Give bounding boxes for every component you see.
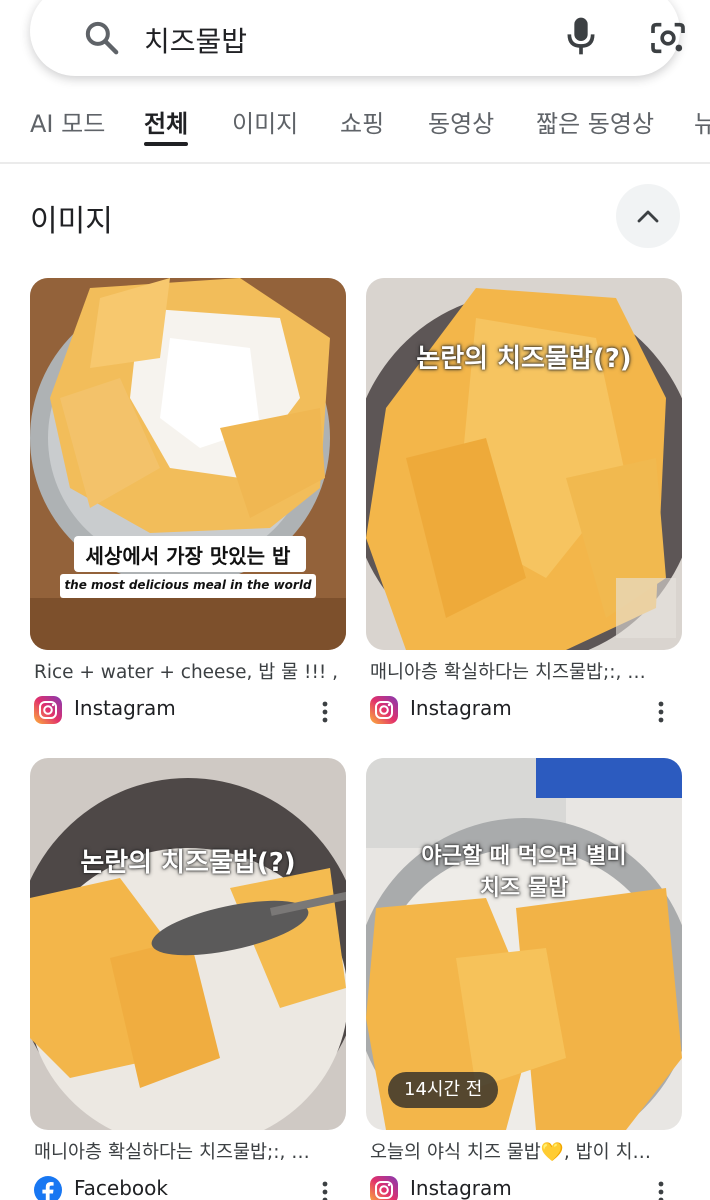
chevron-up-icon xyxy=(637,210,659,223)
source-name: Instagram xyxy=(74,696,176,720)
result-caption[interactable]: 매니아층 확실하다는 치즈물밥;:, … xyxy=(34,1138,346,1164)
source-name: Instagram xyxy=(410,696,512,720)
active-tab-indicator xyxy=(144,142,188,146)
result-thumbnail[interactable]: 세상에서 가장 맛있는 밥 the most delicious meal in… xyxy=(30,278,346,650)
tab-short-videos[interactable]: 짧은 동영상 xyxy=(536,104,654,139)
result-source[interactable]: Facebook xyxy=(34,1174,346,1200)
search-tabs: AI 모드 전체 이미지 쇼핑 동영상 짧은 동영상 뉴 xyxy=(0,100,710,164)
image-overlay-text: 야근할 때 먹으면 별미 xyxy=(421,844,627,869)
search-query[interactable]: 치즈물밥 xyxy=(144,20,247,60)
instagram-icon xyxy=(34,696,62,724)
tab-images[interactable]: 이미지 xyxy=(232,104,298,139)
image-result[interactable]: 논란의 치즈물밥(?) 매니아층 확실하다는 치즈물밥;:, … Instagr… xyxy=(366,278,682,730)
result-caption[interactable]: 오늘의 야식 치즈 물밥💛, 밥이 치… xyxy=(370,1138,682,1164)
more-options-icon[interactable] xyxy=(320,700,330,724)
collapse-button[interactable] xyxy=(616,184,680,248)
result-thumbnail[interactable]: 야근할 때 먹으면 별미 치즈 물밥 14시간 전 xyxy=(366,758,682,1130)
source-name: Instagram xyxy=(410,1176,512,1200)
facebook-icon xyxy=(34,1176,62,1200)
image-overlay-text: 논란의 치즈물밥(?) xyxy=(416,344,632,374)
image-result[interactable]: 세상에서 가장 맛있는 밥 the most delicious meal in… xyxy=(30,278,346,730)
cheese-rice-image xyxy=(30,278,346,650)
time-badge: 14시간 전 xyxy=(388,1072,499,1108)
tab-shopping[interactable]: 쇼핑 xyxy=(340,104,384,139)
more-options-icon[interactable] xyxy=(320,1180,330,1200)
image-overlay-subtext: the most delicious meal in the world xyxy=(64,578,312,592)
image-overlay-text: 치즈 물밥 xyxy=(479,876,569,901)
result-caption[interactable]: 매니아층 확실하다는 치즈물밥;:, … xyxy=(370,658,682,684)
more-options-icon[interactable] xyxy=(656,700,666,724)
section-title: 이미지 xyxy=(30,204,113,239)
cheese-rice-image xyxy=(366,278,682,650)
tab-videos[interactable]: 동영상 xyxy=(428,104,494,139)
result-source[interactable]: Instagram xyxy=(370,694,682,728)
camera-lens-icon[interactable] xyxy=(648,18,688,58)
tab-news[interactable]: 뉴 xyxy=(694,104,710,139)
tab-ai-mode[interactable]: AI 모드 xyxy=(30,104,105,139)
result-thumbnail[interactable]: 논란의 치즈물밥(?) xyxy=(30,758,346,1130)
search-bar[interactable]: 치즈물밥 xyxy=(30,0,685,76)
tab-all[interactable]: 전체 xyxy=(144,104,188,139)
result-source[interactable]: Instagram xyxy=(34,694,346,728)
image-overlay-text: 세상에서 가장 맛있는 밥 xyxy=(85,544,291,568)
source-name: Facebook xyxy=(74,1176,168,1200)
result-source[interactable]: Instagram xyxy=(370,1174,682,1200)
result-thumbnail[interactable]: 논란의 치즈물밥(?) xyxy=(366,278,682,650)
result-caption[interactable]: Rice + water + cheese, 밥 물 !!! , … xyxy=(34,658,346,684)
instagram-icon xyxy=(370,1176,398,1200)
more-options-icon[interactable] xyxy=(656,1180,666,1200)
image-result[interactable]: 야근할 때 먹으면 별미 치즈 물밥 14시간 전 오늘의 야식 치즈 물밥💛,… xyxy=(366,758,682,1200)
microphone-icon[interactable] xyxy=(564,16,598,56)
image-result[interactable]: 논란의 치즈물밥(?) 매니아층 확실하다는 치즈물밥;:, … Faceboo… xyxy=(30,758,346,1200)
search-icon[interactable] xyxy=(82,18,122,58)
instagram-icon xyxy=(370,696,398,724)
cheese-rice-image xyxy=(30,758,346,1130)
image-overlay-text: 논란의 치즈물밥(?) xyxy=(80,848,296,878)
